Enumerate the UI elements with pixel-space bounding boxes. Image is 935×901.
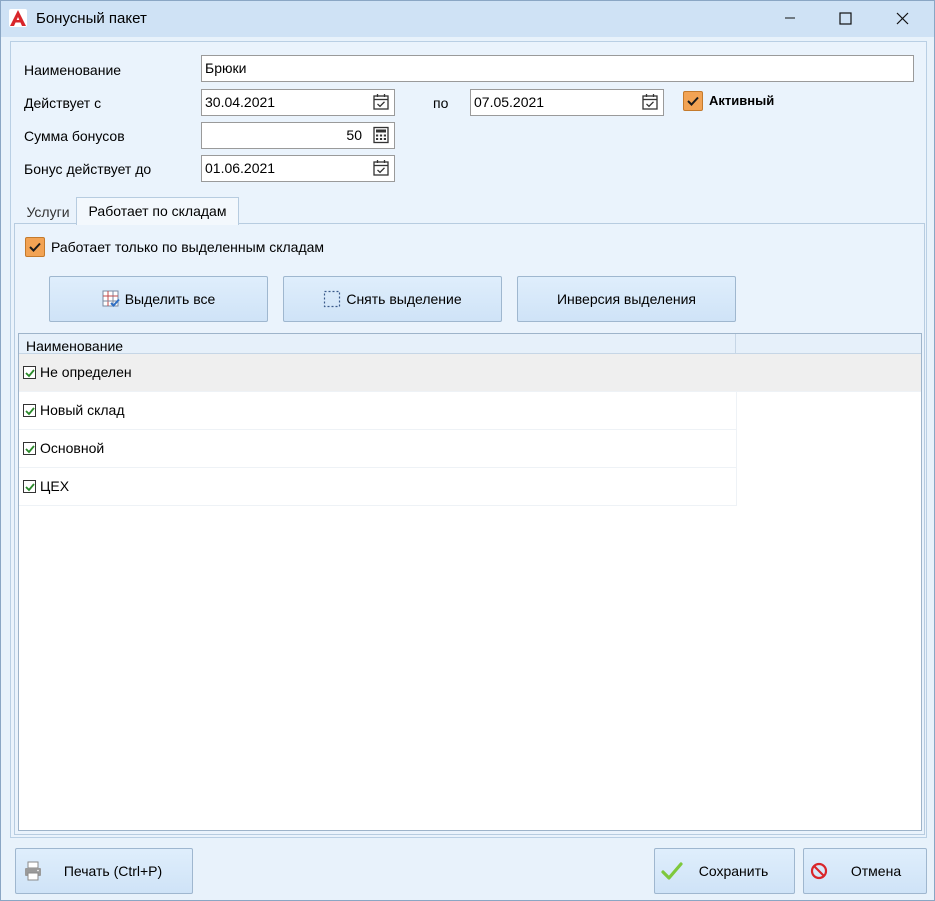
row-checkbox[interactable] — [23, 366, 36, 379]
app-logo-icon — [9, 9, 27, 27]
grid-select-icon — [102, 290, 120, 308]
valid-from-label: Действует с — [24, 95, 102, 111]
cancel-label: Отмена — [850, 863, 902, 879]
bonus-until-date-input[interactable]: 01.06.2021 — [201, 155, 395, 182]
deselect-button[interactable]: Снять выделение — [283, 276, 502, 322]
checkmark-icon — [25, 369, 35, 378]
save-button[interactable]: Сохранить — [654, 848, 795, 894]
bonus-until-value: 01.06.2021 — [205, 160, 276, 176]
bonus-until-label: Бонус действует до — [24, 161, 152, 177]
row-checkbox[interactable] — [23, 480, 36, 493]
invert-selection-button[interactable]: Инверсия выделения — [517, 276, 736, 322]
only-selected-warehouses-label: Работает только по выделенным складам — [51, 239, 325, 255]
select-all-button[interactable]: Выделить все — [49, 276, 268, 322]
checkmark-icon — [29, 242, 41, 252]
active-label: Активный — [709, 93, 775, 108]
active-checkbox[interactable] — [683, 91, 703, 111]
name-input[interactable]: Брюки — [201, 55, 914, 82]
to-label: по — [433, 95, 449, 111]
select-all-label: Выделить все — [124, 291, 216, 307]
row-checkbox[interactable] — [23, 442, 36, 455]
invert-selection-label: Инверсия выделения — [556, 291, 696, 307]
row-name: Не определен — [40, 364, 132, 380]
checkmark-icon — [661, 861, 683, 881]
row-name: Основной — [40, 440, 105, 456]
deselect-label: Снять выделение — [346, 291, 462, 307]
print-label: Печать (Ctrl+P) — [63, 863, 163, 879]
warehouses-grid: Наименование Не определен Новый склад Ос… — [18, 333, 922, 831]
table-row[interactable]: Основной — [19, 430, 736, 468]
close-icon — [896, 12, 908, 24]
maximize-icon — [838, 11, 852, 25]
checkmark-icon — [25, 483, 35, 492]
only-selected-warehouses-checkbox[interactable] — [25, 237, 45, 257]
row-name: Новый склад — [40, 402, 125, 418]
checkmark-icon — [687, 96, 699, 106]
table-row[interactable]: Новый склад — [19, 392, 736, 430]
table-row[interactable]: Не определен — [19, 354, 921, 392]
cancel-button[interactable]: Отмена — [803, 848, 927, 894]
save-label: Сохранить — [698, 863, 769, 879]
minimize-icon — [785, 17, 795, 19]
calendar-icon[interactable] — [641, 93, 659, 111]
bonus-sum-input[interactable]: 50 — [201, 122, 395, 149]
column-header-name[interactable]: Наименование — [19, 334, 736, 354]
valid-from-date-input[interactable]: 30.04.2021 — [201, 89, 395, 116]
table-row[interactable]: ЦЕХ — [19, 468, 736, 506]
close-button[interactable] — [879, 1, 925, 35]
dialog-window: Бонусный пакет Наименование Брюки Действ… — [0, 0, 935, 901]
minimize-button[interactable] — [767, 1, 813, 35]
checkmark-icon — [25, 445, 35, 454]
calculator-icon[interactable] — [372, 126, 390, 144]
name-input-value: Брюки — [205, 60, 247, 76]
tab-services[interactable]: Услуги — [20, 199, 76, 226]
valid-to-date-input[interactable]: 07.05.2021 — [470, 89, 664, 116]
name-label: Наименование — [24, 62, 122, 78]
title-bar[interactable]: Бонусный пакет — [1, 1, 934, 37]
maximize-button[interactable] — [822, 1, 868, 35]
calendar-icon[interactable] — [372, 93, 390, 111]
dashed-selection-icon — [323, 290, 341, 308]
print-button[interactable]: Печать (Ctrl+P) — [15, 848, 193, 894]
no-entry-icon — [810, 862, 828, 880]
calendar-icon[interactable] — [372, 159, 390, 177]
checkmark-icon — [25, 407, 35, 416]
tab-warehouses[interactable]: Работает по складам — [76, 197, 239, 225]
printer-icon — [24, 861, 42, 881]
grid-header: Наименование — [19, 334, 921, 354]
bonus-sum-value: 50 — [346, 127, 362, 143]
valid-from-value: 30.04.2021 — [205, 94, 276, 110]
row-name: ЦЕХ — [40, 478, 70, 494]
bonus-sum-label: Сумма бонусов — [24, 128, 125, 144]
row-checkbox[interactable] — [23, 404, 36, 417]
window-title: Бонусный пакет — [36, 10, 147, 27]
valid-to-value: 07.05.2021 — [474, 94, 545, 110]
